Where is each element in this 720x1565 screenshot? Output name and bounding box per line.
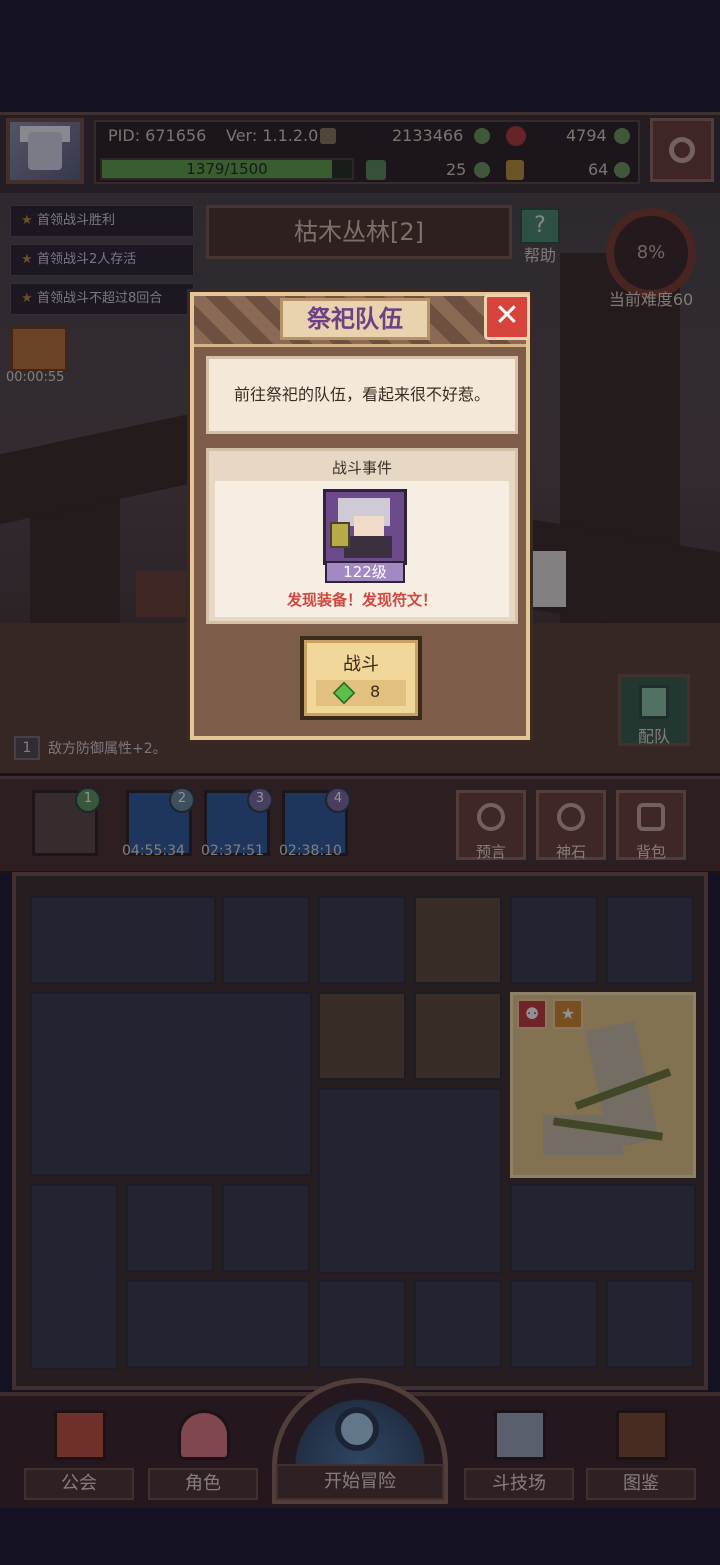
fight-label: 战斗 (343, 654, 379, 675)
modal-backdrop[interactable] (0, 0, 720, 1565)
green-gem-icon (332, 681, 356, 705)
enemy-level: 122级 (325, 561, 405, 583)
event-panel: 战斗事件 122级 发现装备！发现符文！ (206, 448, 518, 624)
close-button[interactable]: ✕ (484, 294, 530, 340)
close-icon: ✕ (494, 298, 520, 333)
dialog-title-bar: 祭祀队伍 (194, 296, 526, 347)
reward-text: 发现装备！发现符文！ (286, 591, 437, 609)
fight-cost: 8 (316, 680, 406, 706)
event-type-label: 战斗事件 (331, 459, 392, 477)
fight-cost-value: 8 (370, 682, 381, 701)
fight-button[interactable]: 战斗 8 (300, 636, 422, 720)
enemy-portrait[interactable] (323, 489, 407, 565)
event-description: 前往祭祀的队伍，看起来很不好惹。 (206, 356, 518, 434)
dialog-title: 祭祀队伍 (280, 298, 430, 340)
event-dialog: 祭祀队伍 ✕ 前往祭祀的队伍，看起来很不好惹。 战斗事件 122级 发现装备！发… (190, 292, 530, 740)
equipment-icon (330, 522, 350, 548)
